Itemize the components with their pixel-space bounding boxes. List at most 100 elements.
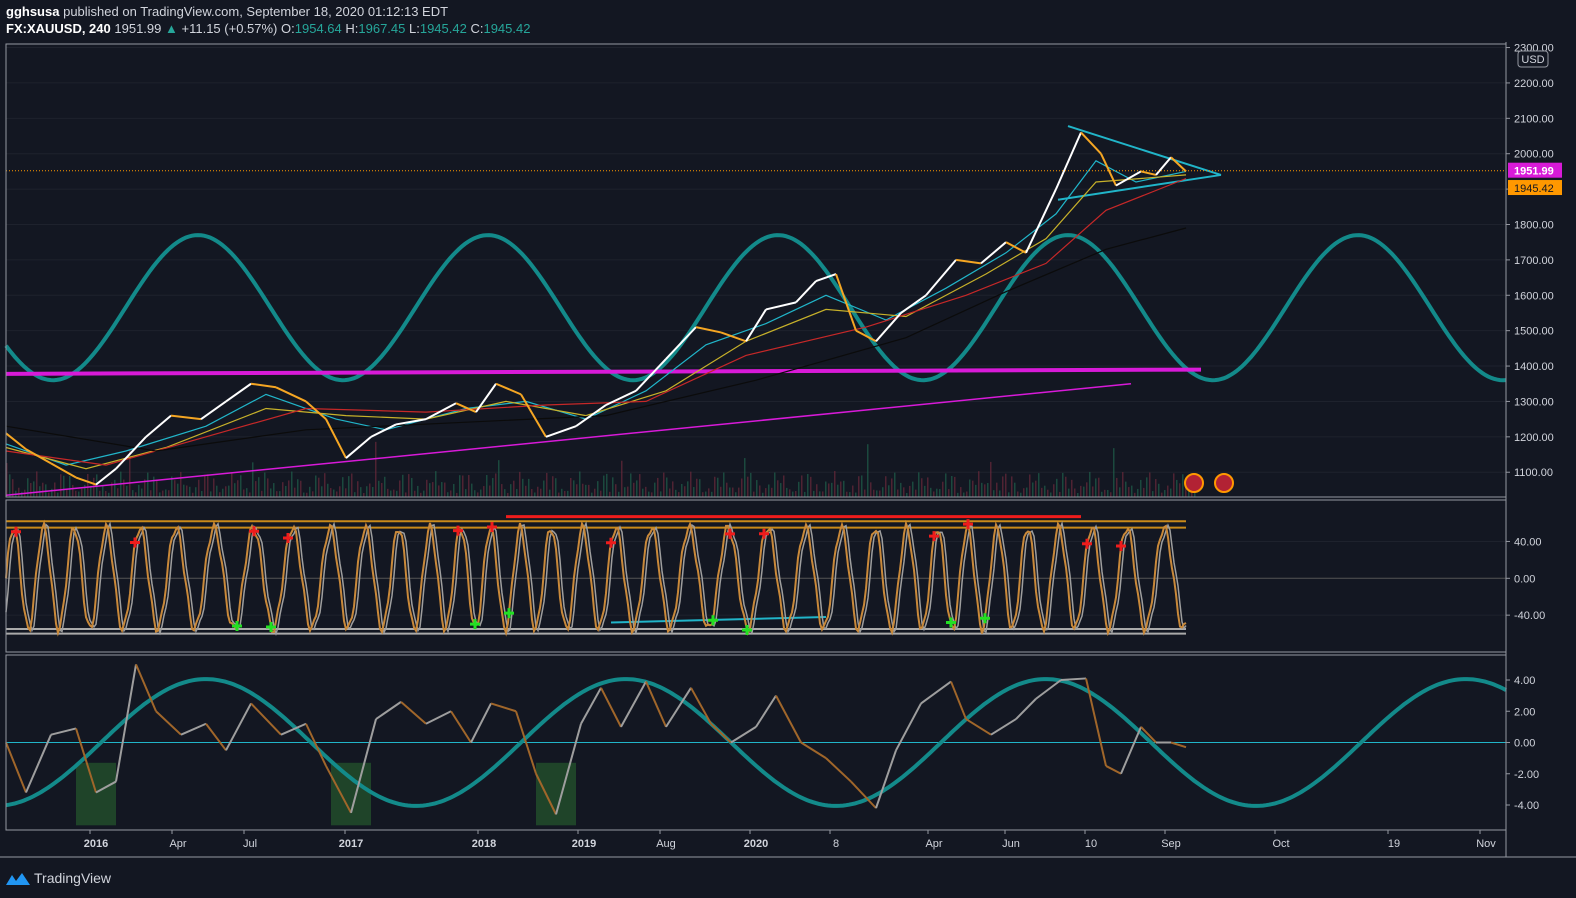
volume-bar	[768, 484, 770, 497]
volume-bar	[1158, 483, 1160, 497]
volume-bar	[189, 486, 191, 497]
volume-bar	[603, 475, 605, 497]
close-value: 1945.42	[483, 21, 531, 36]
time-tick-label: 2020	[744, 838, 768, 850]
time-tick-label: Nov	[1476, 838, 1496, 850]
volume-bar	[213, 478, 215, 497]
author-name[interactable]: gghsusa	[6, 4, 59, 19]
volume-bar	[354, 492, 356, 497]
price-tick-label: 2000.00	[1514, 149, 1554, 161]
volume-bar	[618, 491, 620, 497]
osc-tick-label: 2.00	[1514, 706, 1535, 718]
volume-bar	[687, 481, 689, 497]
volume-bar	[282, 482, 284, 497]
volume-bar	[201, 490, 203, 497]
volume-bar	[762, 492, 764, 497]
volume-bar	[1017, 491, 1019, 497]
volume-bar	[495, 473, 497, 497]
volume-bar	[708, 488, 710, 497]
volume-bar	[714, 476, 716, 497]
volume-bar	[270, 488, 272, 497]
volume-bar	[1134, 492, 1136, 497]
volume-bar	[720, 486, 722, 497]
volume-bar	[378, 480, 380, 497]
volume-bar	[1182, 474, 1184, 497]
volume-bar	[429, 483, 431, 497]
volume-bar	[999, 490, 1001, 497]
volume-bar	[810, 476, 812, 497]
volume-bar	[645, 486, 647, 497]
volume-bar	[18, 487, 20, 497]
volume-bar	[1116, 477, 1118, 497]
volume-bar	[342, 477, 344, 497]
volume-bar	[1032, 482, 1034, 497]
volume-bar	[936, 488, 938, 497]
event-icon-9[interactable]	[1184, 473, 1204, 493]
volume-bar	[135, 492, 137, 497]
volume-bar	[456, 492, 458, 497]
price-tick-label: 1700.00	[1514, 255, 1554, 267]
volume-bar	[843, 480, 845, 497]
volume-bar	[693, 487, 695, 497]
volume-bar	[648, 491, 650, 497]
high-value: 1967.45	[358, 21, 406, 36]
volume-bar	[30, 483, 32, 497]
volume-bar	[600, 490, 602, 497]
volume-bar	[117, 488, 119, 497]
volume-bar	[849, 492, 851, 497]
volume-bar	[759, 485, 761, 497]
volume-bar	[126, 485, 128, 497]
high-label: H:	[345, 21, 359, 36]
tradingview-brand[interactable]: TradingView	[6, 870, 111, 886]
volume-bar	[780, 483, 782, 497]
cycle-low-highlight[interactable]	[536, 762, 576, 826]
volume-bar	[579, 471, 581, 497]
volume-bar	[195, 487, 197, 497]
volume-bar	[432, 482, 434, 497]
volume-bar	[636, 480, 638, 497]
volume-bar	[660, 491, 662, 497]
volume-bar	[333, 489, 335, 497]
volume-bar	[621, 460, 623, 497]
volume-bar	[705, 491, 707, 497]
time-tick-label: 2016	[84, 838, 108, 850]
chart-canvas[interactable]: 1100.00 1200.00 1300.00 1400.00 1500.00 1600.…	[0, 42, 1576, 862]
time-tick-label: 8	[833, 838, 839, 850]
volume-bar	[465, 489, 467, 497]
volume-bar	[1062, 472, 1064, 497]
volume-bar	[984, 484, 986, 497]
volume-bar	[1113, 448, 1115, 497]
volume-bar	[141, 488, 143, 497]
publish-info: gghsusa published on TradingView.com, Se…	[6, 4, 448, 19]
volume-bar	[630, 473, 632, 497]
stoch-tick-label: 40.00	[1514, 536, 1542, 548]
event-icon-27[interactable]	[1214, 473, 1234, 493]
cycle-low-highlight[interactable]	[76, 762, 116, 826]
volume-bar	[963, 492, 965, 497]
volume-bar	[438, 485, 440, 497]
volume-bar	[168, 490, 170, 497]
volume-bar	[771, 487, 773, 497]
volume-bar	[1176, 479, 1178, 497]
volume-bar	[801, 475, 803, 497]
volume-bar	[711, 491, 713, 497]
volume-bar	[1029, 474, 1031, 497]
volume-bar	[837, 484, 839, 497]
volume-bar	[522, 478, 524, 497]
volume-bar	[948, 489, 950, 497]
cycle-low-highlight[interactable]	[331, 762, 371, 826]
volume-bar	[114, 479, 116, 497]
volume-bar	[804, 491, 806, 497]
volume-bar	[399, 480, 401, 497]
volume-bar	[855, 492, 857, 497]
volume-bar	[534, 492, 536, 497]
volume-bar	[285, 485, 287, 497]
volume-bar	[756, 480, 758, 497]
volume-bar	[234, 483, 236, 497]
symbol-name[interactable]: FX:XAUUSD, 240	[6, 21, 111, 36]
volume-bar	[186, 485, 188, 497]
volume-bar	[588, 484, 590, 497]
close-label: C:	[470, 21, 484, 36]
volume-bar	[300, 480, 302, 497]
volume-bar	[747, 476, 749, 497]
